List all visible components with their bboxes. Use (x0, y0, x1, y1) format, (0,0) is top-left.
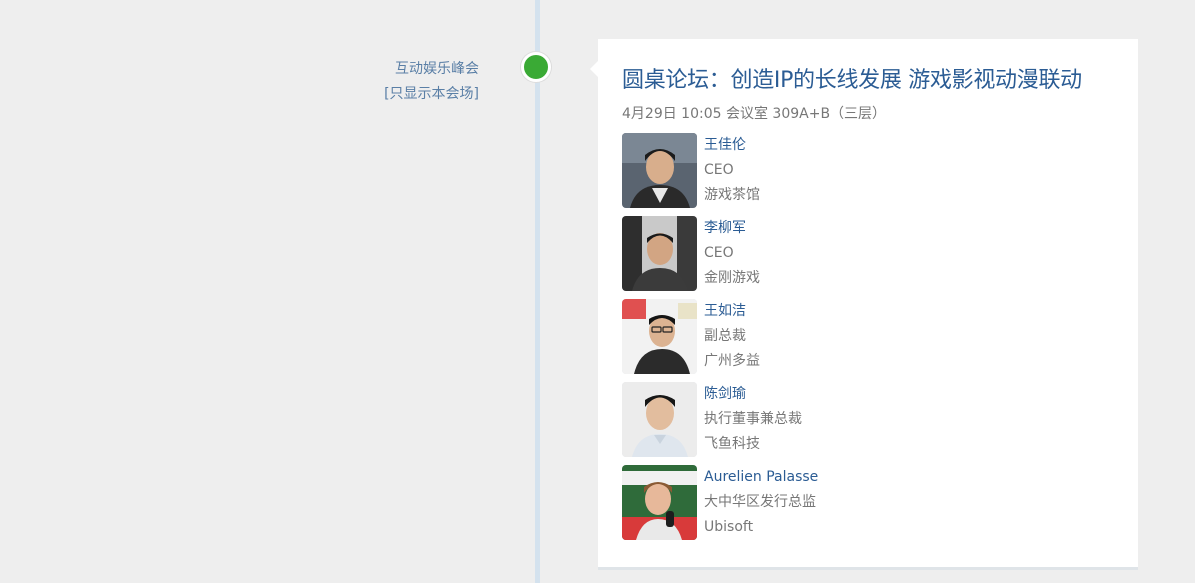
speaker-org: Ubisoft (704, 519, 754, 535)
speaker-avatar[interactable] (622, 382, 697, 457)
timeline-dot (521, 52, 551, 82)
speaker-org: 广州多益 (704, 353, 760, 369)
session-meta: 4月29日 10:05 会议室 309A+B（三层） (622, 106, 887, 122)
session-title[interactable]: 圆桌论坛：创造IP的长线发展 游戏影视动漫联动 (622, 62, 1082, 94)
track-name: 互动娱乐峰会 (395, 61, 479, 77)
speaker-avatar[interactable] (622, 216, 697, 291)
speaker-name[interactable]: 王如洁 (704, 299, 760, 324)
speaker-org: 飞鱼科技 (704, 436, 760, 452)
speaker-org: 游戏茶馆 (704, 187, 760, 203)
speaker-avatar[interactable] (622, 465, 697, 540)
speaker-name[interactable]: 王佳伦 (704, 133, 760, 158)
speaker-avatar[interactable] (622, 299, 697, 374)
timeline-line (535, 0, 540, 583)
speaker-name[interactable]: 李柳军 (704, 216, 760, 241)
speaker-name[interactable]: Aurelien Palasse (704, 465, 818, 490)
speaker-title: 大中华区发行总监 (704, 494, 816, 510)
track-label-group: 互动娱乐峰会 [只显示本会场] (384, 57, 479, 107)
speaker-avatar[interactable] (622, 133, 697, 208)
speaker-title: CEO (704, 162, 734, 178)
speaker-title: 副总裁 (704, 328, 746, 344)
speaker-org: 金刚游戏 (704, 270, 760, 286)
speaker-name[interactable]: 陈剑瑜 (704, 382, 802, 407)
show-this-venue-only-link[interactable]: [只显示本会场] (384, 82, 479, 107)
speaker-title: 执行董事兼总裁 (704, 411, 802, 427)
card-pointer (590, 61, 598, 77)
session-card: 圆桌论坛：创造IP的长线发展 游戏影视动漫联动 4月29日 10:05 会议室 … (590, 39, 1138, 570)
speaker-title: CEO (704, 245, 734, 261)
